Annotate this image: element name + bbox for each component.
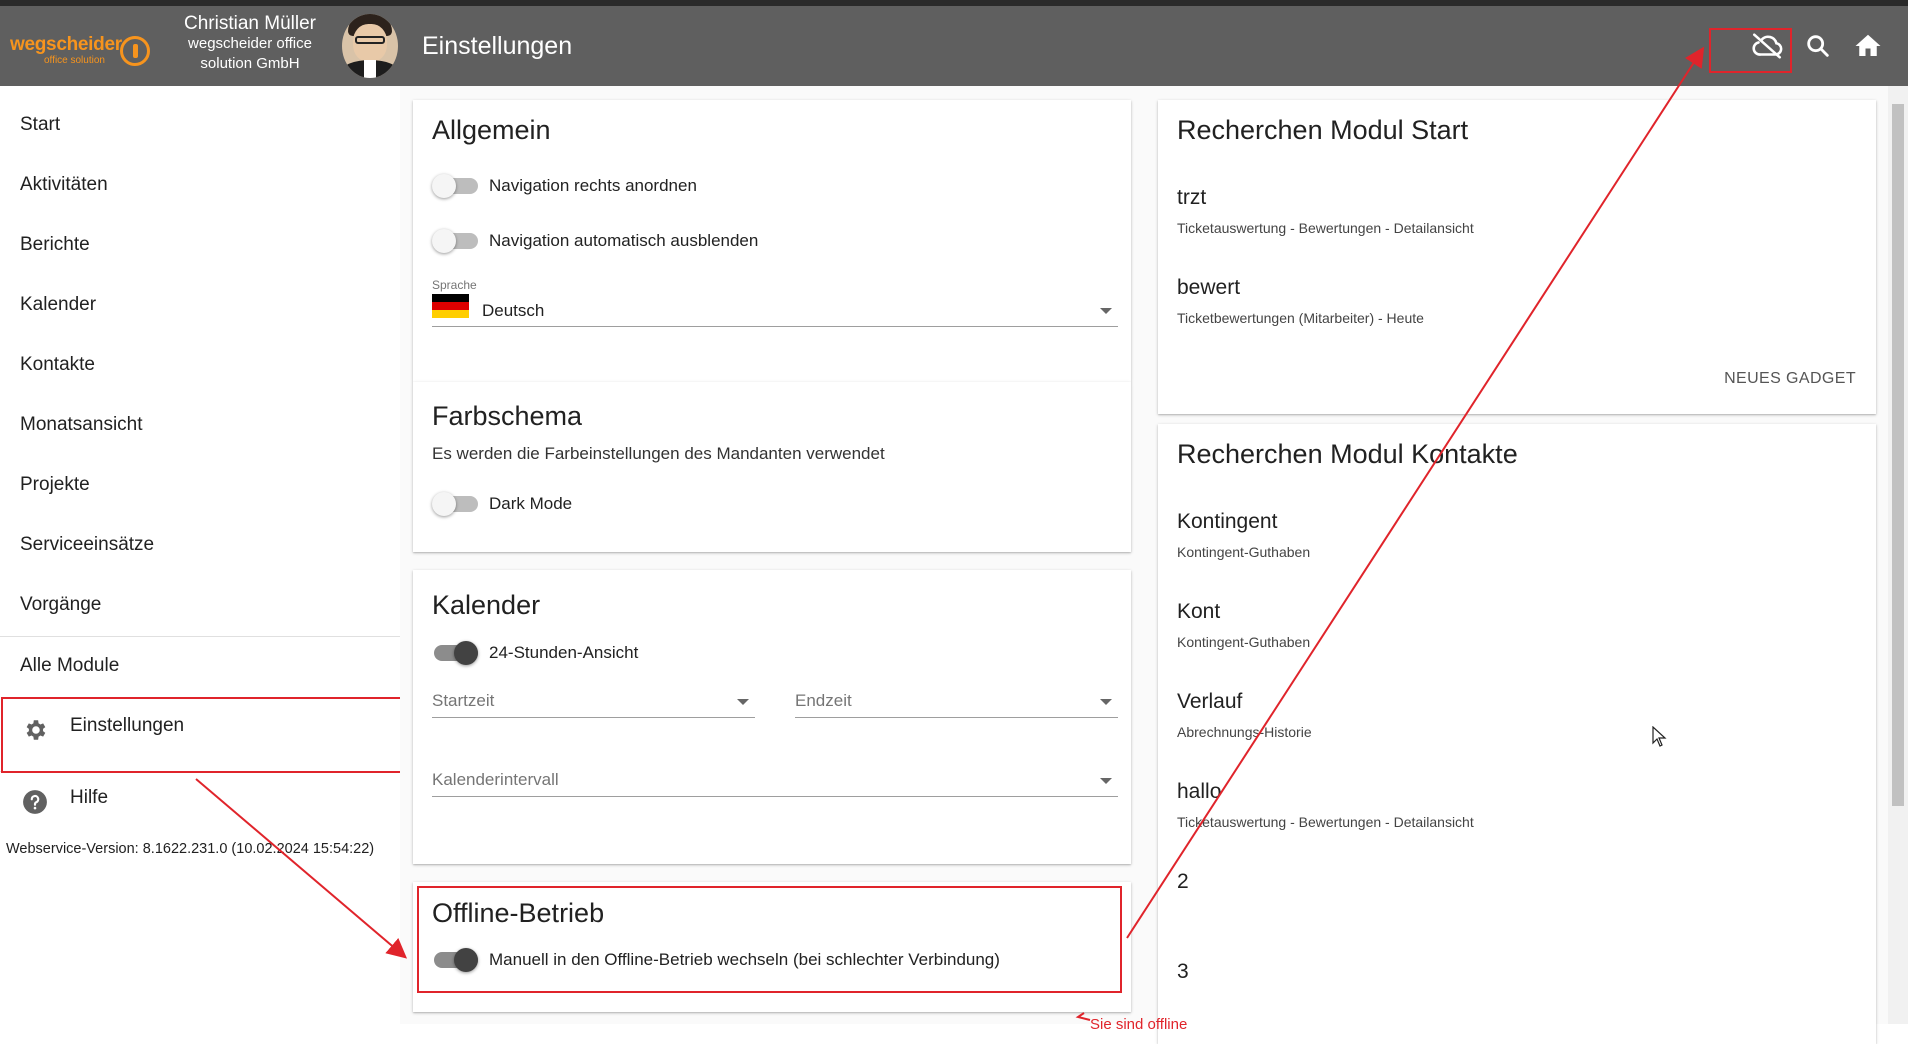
mouse-cursor-icon (1652, 726, 1667, 747)
arrow-offline-to-cloud (1126, 46, 1705, 939)
arrow-settings-to-offline (195, 778, 408, 959)
offline-status-arrow-icon (1075, 1012, 1091, 1021)
offline-status-message: Sie sind offline (1090, 1016, 1188, 1033)
annotation-arrows (195, 46, 1705, 1021)
